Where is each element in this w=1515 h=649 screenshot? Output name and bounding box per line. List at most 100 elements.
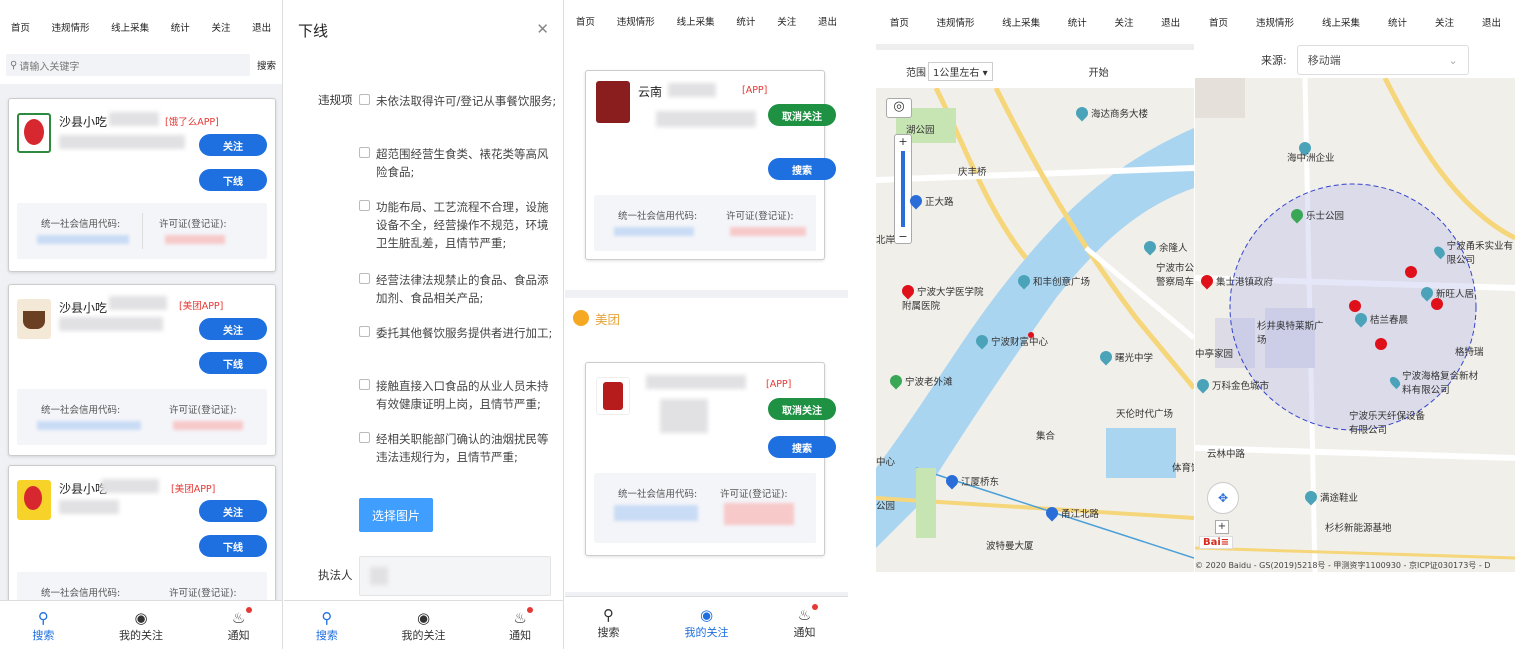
tab-label: 搜索 <box>597 626 620 639</box>
checkbox[interactable] <box>359 147 370 158</box>
tab-search[interactable]: ⚲ 搜索 <box>32 609 54 643</box>
zoom-in-icon[interactable]: + <box>1215 520 1229 534</box>
nav-violation[interactable]: 违规情形 <box>936 15 974 29</box>
offline-button[interactable]: 下线 <box>199 352 267 374</box>
search-button[interactable]: 搜索 <box>768 436 836 458</box>
start-button[interactable]: 开始 <box>1089 64 1109 79</box>
license-label: 许可证(登记证): <box>726 211 794 222</box>
nav-home[interactable]: 首页 <box>1209 15 1228 29</box>
nav-home[interactable]: 首页 <box>11 20 30 34</box>
divider <box>142 213 143 249</box>
checkbox[interactable] <box>359 326 370 337</box>
violation-option[interactable]: 接触直接入口食品的从业人员未持有效健康证明上岗，且情节严重; <box>359 377 559 413</box>
nav-online[interactable]: 线上采集 <box>111 20 149 34</box>
violation-option[interactable]: 委托其他餐饮服务提供者进行加工; <box>359 324 559 342</box>
map-poi: 湖公园 <box>906 125 935 136</box>
map-poi: 庆丰桥 <box>958 167 987 178</box>
nav-follow[interactable]: 关注 <box>1114 15 1133 29</box>
pick-image-button[interactable]: 选择图片 <box>359 498 433 532</box>
checkbox[interactable] <box>359 94 370 105</box>
offline-dialog: 下线 ✕ 违规项 未依法取得许可/登记从事餐饮服务; 超范围经营生食类、裱花类等… <box>284 0 564 649</box>
follow-button[interactable]: 关注 <box>199 318 267 340</box>
checkbox[interactable] <box>359 432 370 443</box>
range-select[interactable]: 1公里左右 ▾ <box>928 61 993 81</box>
checkbox[interactable] <box>359 379 370 390</box>
nav-stats[interactable]: 统计 <box>736 14 755 28</box>
credit-value <box>37 421 141 430</box>
blurred-text <box>668 83 716 97</box>
platform-tag: [饿了么APP] <box>165 117 219 128</box>
search-panel: 首页 违规情形 线上采集 统计 关注 退出 ⚲ 请输入关键字 搜索 沙县小吃 [饿… <box>0 0 283 649</box>
offline-button[interactable]: 下线 <box>199 169 267 191</box>
tab-my-follow[interactable]: ◉ 我的关注 <box>401 609 445 643</box>
nav-home[interactable]: 首页 <box>576 14 595 28</box>
option-text: 经相关职能部门确认的油烟扰民等违法违规行为，且情节严重; <box>376 432 549 464</box>
violation-option[interactable]: 未依法取得许可/登记从事餐饮服务; <box>359 92 559 110</box>
chevron-down-icon: ▾ <box>982 67 988 79</box>
nav-home[interactable]: 首页 <box>890 15 909 29</box>
nav-logout[interactable]: 退出 <box>1161 15 1180 29</box>
followed-card: 云南 [APP] 取消关注 搜索 统一社会信用代码: 许可证(登记证): <box>585 70 836 260</box>
search-input[interactable]: ⚲ 请输入关键字 <box>6 54 250 76</box>
location-marker[interactable] <box>1405 266 1417 278</box>
nav-follow[interactable]: 关注 <box>777 14 796 28</box>
tab-my-follow[interactable]: ◉ 我的关注 <box>685 606 729 640</box>
map-poi: 宁波财富中心 <box>973 332 1048 350</box>
violation-option[interactable]: 超范围经营生食类、裱花类等高风险食品; <box>359 145 559 181</box>
zoom-out-icon[interactable]: − <box>895 230 911 243</box>
nav-follow[interactable]: 关注 <box>1435 15 1454 29</box>
nav-violation[interactable]: 违规情形 <box>617 14 655 28</box>
map-poi: 宁波大学医学院 <box>899 282 984 300</box>
nav-stats[interactable]: 统计 <box>171 20 190 34</box>
range-label: 范围 <box>906 67 926 79</box>
nav-logout[interactable]: 退出 <box>252 20 271 34</box>
violation-option[interactable]: 功能布局、工艺流程不合理，设施设备不全，经营操作不规范，环境卫生脏乱差，且情节严… <box>359 198 559 252</box>
option-text: 经营法律法规禁止的食品、食品添加剂、食品相关产品; <box>376 273 549 305</box>
nav-violation[interactable]: 违规情形 <box>1256 15 1294 29</box>
search-button[interactable]: 搜索 <box>768 158 836 180</box>
nav-online[interactable]: 线上采集 <box>677 14 715 28</box>
search-button[interactable]: 搜索 <box>250 58 276 72</box>
locate-icon[interactable]: ◎ <box>886 98 912 118</box>
tab-search[interactable]: ⚲ 搜索 <box>316 609 338 643</box>
nav-logout[interactable]: 退出 <box>818 14 837 28</box>
map-canvas[interactable]: ◎ + − 海达商务大楼 庆丰桥 正大路 余隆人 宁波市公安 警察局车辆 和丰创… <box>876 88 1194 572</box>
location-marker[interactable] <box>1431 298 1443 310</box>
nav-online[interactable]: 线上采集 <box>1322 15 1360 29</box>
tab-search[interactable]: ⚲ 搜索 <box>598 606 620 640</box>
checkbox[interactable] <box>359 273 370 284</box>
zoom-in-icon[interactable]: + <box>895 135 911 148</box>
tab-notice[interactable]: ♨ 通知 <box>794 604 818 640</box>
checkbox[interactable] <box>359 200 370 211</box>
violation-option[interactable]: 经相关职能部门确认的油烟扰民等违法违规行为，且情节严重; <box>359 430 559 466</box>
follow-section: 云南 [APP] 取消关注 搜索 统一社会信用代码: 许可证(登记证): <box>565 42 848 290</box>
nav-stats[interactable]: 统计 <box>1068 15 1087 29</box>
unfollow-button[interactable]: 取消关注 <box>768 104 836 126</box>
tab-notice[interactable]: ♨ 通知 <box>509 606 534 643</box>
nav-logout[interactable]: 退出 <box>1482 15 1501 29</box>
location-marker[interactable] <box>1349 300 1361 312</box>
blurred-address <box>656 111 756 127</box>
close-icon[interactable]: ✕ <box>536 20 549 38</box>
follow-button[interactable]: 关注 <box>199 134 267 156</box>
map-poi: 曙光中学 <box>1097 348 1153 366</box>
offline-button[interactable]: 下线 <box>199 535 267 557</box>
pan-control-icon[interactable]: ✥ <box>1207 482 1239 514</box>
tab-notice[interactable]: ♨ 通知 <box>228 606 252 643</box>
map-canvas[interactable]: 海中洲企业 乐士公园 集士港镇政府 宁波甬禾实业有限公司 新旺人居 杉井奥特莱斯… <box>1195 78 1515 572</box>
nav-follow[interactable]: 关注 <box>211 20 230 34</box>
nav-violation[interactable]: 违规情形 <box>51 20 89 34</box>
top-nav: 首页 违规情形 线上采集 统计 关注 退出 <box>0 0 282 54</box>
map-poi: 余隆人 <box>1141 238 1188 256</box>
follow-button[interactable]: 关注 <box>199 500 267 522</box>
unfollow-button[interactable]: 取消关注 <box>768 398 836 420</box>
location-marker[interactable] <box>1375 338 1387 350</box>
zoom-slider[interactable]: + − <box>894 134 912 244</box>
executor-field[interactable] <box>359 556 551 596</box>
violation-option[interactable]: 经营法律法规禁止的食品、食品添加剂、食品相关产品; <box>359 271 559 307</box>
nav-stats[interactable]: 统计 <box>1388 15 1407 29</box>
source-select[interactable]: 移动端 ⌄ <box>1296 45 1469 75</box>
tab-my-follow[interactable]: ◉ 我的关注 <box>119 609 163 643</box>
map-source-panel: 首页 违规情形 线上采集 统计 关注 退出 来源: 移动端 ⌄ 海中洲企业 乐士公… <box>1195 0 1515 572</box>
nav-online[interactable]: 线上采集 <box>1002 15 1040 29</box>
